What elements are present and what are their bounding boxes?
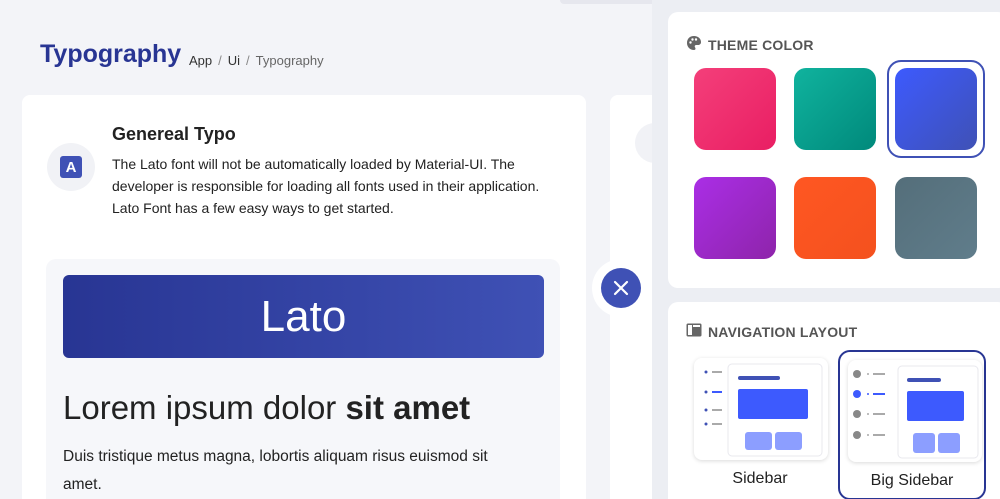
layout-icon [686, 323, 702, 340]
demo-heading: Lorem ipsum dolor sit amet [63, 389, 470, 427]
big-sidebar-layout-thumbnail [848, 360, 982, 462]
breadcrumb: App / Ui / Typography [189, 53, 324, 68]
swatch-indigo[interactable] [895, 68, 977, 150]
typography-card: A Genereal Typo The Lato font will not b… [22, 95, 586, 499]
card-description: The Lato font will not be automatically … [112, 156, 540, 216]
demo-body-text: Duis tristique metus magna, lobortis ali… [63, 448, 488, 493]
demo-heading-normal: Lorem ipsum dolor [63, 389, 346, 426]
page-title: Typography [40, 40, 182, 68]
palette-icon [686, 35, 702, 54]
theme-color-section: THEME COLOR [668, 12, 1000, 288]
settings-panel: THEME COLOR NAVIGATION LAYOUT Sidebar Bi… [652, 0, 1000, 499]
swatch-teal[interactable] [794, 68, 876, 150]
swatch-blue-grey[interactable] [895, 177, 977, 259]
close-icon [601, 268, 641, 308]
breadcrumb-separator: / [218, 53, 222, 68]
theme-color-heading: THEME COLOR [686, 35, 814, 54]
demo-heading-bold: sit amet [345, 389, 471, 426]
topbar-edge [560, 0, 660, 4]
navigation-layout-label: NAVIGATION LAYOUT [708, 323, 858, 340]
font-banner: Lato [63, 275, 544, 358]
breadcrumb-current: Typography [255, 53, 324, 68]
layout-option-big-sidebar[interactable]: Big Sidebar [838, 350, 986, 499]
avatar: A [47, 143, 95, 191]
breadcrumb-ui[interactable]: Ui [228, 53, 240, 68]
navigation-layout-heading: NAVIGATION LAYOUT [686, 323, 857, 340]
navigation-layout-section: NAVIGATION LAYOUT Sidebar Big Sidebar [668, 302, 1000, 499]
breadcrumb-app[interactable]: App [189, 53, 212, 68]
typography-demo: Lato Lorem ipsum dolor sit amet Duis tri… [46, 259, 560, 499]
swatch-deep-orange[interactable] [794, 177, 876, 259]
breadcrumb-separator: / [246, 53, 250, 68]
layout-label: Sidebar [732, 470, 788, 487]
card-title: Genereal Typo [112, 124, 236, 144]
theme-color-label: THEME COLOR [708, 36, 814, 53]
close-settings-button[interactable] [592, 259, 650, 317]
font-icon: A [60, 156, 82, 178]
sidebar-layout-thumbnail [694, 358, 828, 460]
layout-option-sidebar[interactable]: Sidebar [686, 350, 834, 499]
swatch-pink[interactable] [694, 68, 776, 150]
swatch-purple[interactable] [694, 177, 776, 259]
layout-label: Big Sidebar [870, 472, 954, 489]
